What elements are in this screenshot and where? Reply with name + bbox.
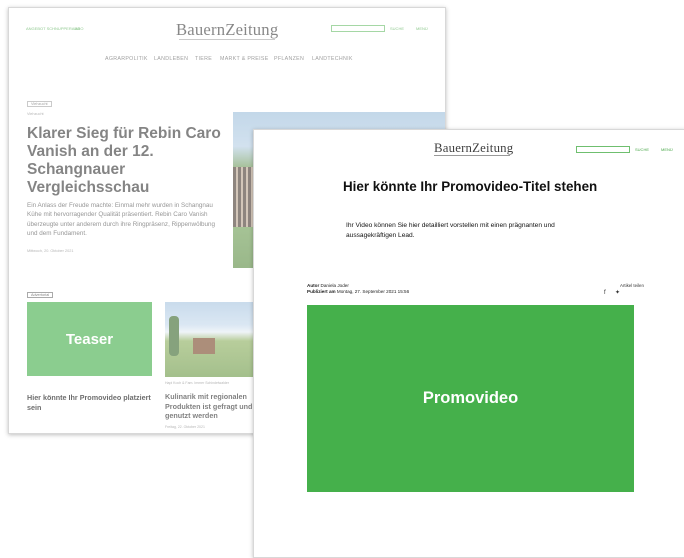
advertorial-badge: Advertorial xyxy=(27,292,54,298)
topbar-link-offer[interactable]: ANGEBOT SCHNUPPERABO xyxy=(26,26,80,31)
article-lead: Ein Anlass der Freude machte: Einmal meh… xyxy=(27,202,215,237)
mountain-chalet-photo[interactable] xyxy=(165,302,255,377)
article-title: Hier könnte Ihr Promovideo-Titel stehen xyxy=(343,179,598,194)
nav-landtechnik[interactable]: LANDTECHNIK xyxy=(312,56,353,62)
chalet xyxy=(193,338,215,354)
menu-button[interactable]: MENÜ xyxy=(661,147,673,152)
article-title[interactable]: Klarer Sieg für Rebin Caro Vanish an der… xyxy=(27,125,223,197)
teaser-box[interactable]: Teaser xyxy=(27,302,152,376)
author-line: Autor Daniela Joder xyxy=(307,283,349,288)
menu-button[interactable]: MENÜ xyxy=(416,26,428,31)
people-figures xyxy=(233,167,253,227)
nav-pflanzen[interactable]: PFLANZEN xyxy=(274,56,304,62)
photo-caption: Hapi Koch & Fam. Immer Schindelwalder xyxy=(165,381,229,385)
article-date: Mittwoch, 20. Oktober 2021 xyxy=(27,249,74,253)
article-lead: Ihr Video können Sie hier detailliert vo… xyxy=(346,222,555,239)
article-tag[interactable]: Viehzucht xyxy=(27,101,52,107)
search-input[interactable] xyxy=(331,25,385,32)
topbar-link-abo[interactable]: ABO xyxy=(75,26,83,31)
article-kicker: Viehzucht xyxy=(27,112,44,116)
promovideo-player[interactable]: Promovideo xyxy=(307,305,634,492)
search-input[interactable] xyxy=(576,146,630,153)
search-button[interactable]: SUCHE xyxy=(635,147,649,152)
nav-landleben[interactable]: LANDLEBEN xyxy=(154,56,188,62)
teaser-label: Teaser xyxy=(65,330,114,348)
facebook-share-icon[interactable]: f xyxy=(604,290,606,296)
share-label: Artikel teilen xyxy=(620,283,644,288)
site-logo[interactable]: BauernZeitung xyxy=(176,20,278,40)
twitter-share-icon[interactable]: ✦ xyxy=(615,289,620,296)
logo-underline xyxy=(434,155,510,156)
nav-markt-preise[interactable]: MARKT & PREISE xyxy=(220,56,269,62)
teaser-caption[interactable]: Hier könnte Ihr Promovideo platziert sei… xyxy=(27,393,153,412)
logo-underline xyxy=(179,39,275,40)
tree xyxy=(169,316,179,356)
nav-agrarpolitik[interactable]: AGRARPOLITIK xyxy=(105,56,148,62)
search-button[interactable]: SUCHE xyxy=(390,26,404,31)
nav-tiere[interactable]: TIERE xyxy=(195,56,212,62)
site-logo[interactable]: BauernZeitung xyxy=(434,141,513,156)
second-article-date: Freitag, 22. Oktober 2021 xyxy=(165,425,205,429)
published-line: Publiziert am Montag, 27. September 2021… xyxy=(307,289,410,294)
promovideo-label: Promovideo xyxy=(422,389,519,407)
promovideo-article-screenshot: BauernZeitung SUCHE MENÜ Hier könnte Ihr… xyxy=(253,129,684,558)
second-article-title[interactable]: Kulinarik mit regionalen Produkten ist g… xyxy=(165,392,265,421)
